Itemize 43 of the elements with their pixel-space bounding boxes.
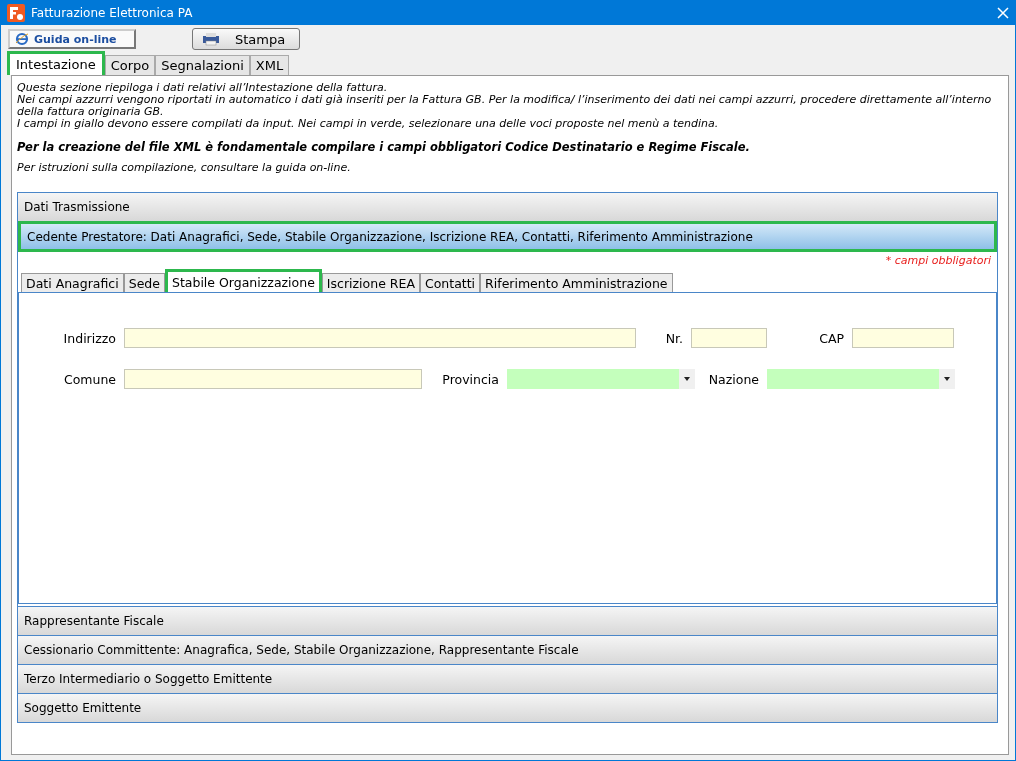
tab[interactable]: XML (249, 55, 290, 75)
caret-icon (939, 369, 955, 389)
info-text: I campi in giallo devono essere compilati da input. Nei campi in verde, selezionare una delle voci proposte nel menù a tendina. (17, 118, 720, 130)
input-field[interactable] (691, 328, 767, 348)
hint-text: Per istruzioni sulla compilazione, consultare la guida on-line. (17, 162, 352, 174)
section-header[interactable]: Dati Trasmissione (18, 193, 997, 221)
tab[interactable]: Contatti (419, 273, 481, 292)
field-label: Indirizzo (62, 330, 117, 346)
input-field[interactable] (852, 328, 954, 348)
field-label: Comune (62, 371, 117, 387)
required-note: * campi obbligatori (884, 253, 992, 268)
tab[interactable]: Riferimento Amministrazione (480, 273, 673, 292)
info-text: Questa sezione riepiloga i dati relativi all’Intestazione della fattura. (17, 82, 389, 94)
tab[interactable]: Intestazione (7, 51, 105, 75)
notice-text: Per la creazione del file XML è fondamentale compilare i campi obbligatori Codice Destinatario e Regime Fiscale. (17, 141, 751, 153)
printer-icon (201, 32, 221, 46)
app-logo-icon (7, 4, 25, 22)
dropdown-field[interactable] (767, 369, 955, 389)
field-label: Nazione (707, 371, 760, 387)
dropdown-field[interactable] (507, 369, 695, 389)
field-label: CAP (818, 330, 845, 346)
caret-icon (679, 369, 695, 389)
field-label: Nr. (664, 330, 684, 346)
input-field[interactable] (124, 369, 422, 389)
tab[interactable]: Segnalazioni (155, 55, 250, 75)
section-header[interactable]: Cedente Prestatore: Dati Anagrafici, Sede, Stabile Organizzazione, Iscrizione REA, Contatti, Riferimento Amministrazione (18, 221, 997, 252)
input-field[interactable] (124, 328, 636, 348)
field-label: Provincia (441, 371, 500, 387)
section-header[interactable]: Soggetto Emittente (18, 693, 997, 722)
tab[interactable]: Iscrizione REA (321, 273, 420, 292)
tab[interactable]: Corpo (104, 55, 156, 75)
section-header[interactable]: Terzo Intermediario o Soggetto Emittente (18, 664, 997, 693)
help-button[interactable]: Guida on-line (8, 29, 136, 49)
tab[interactable]: Stabile Organizzazione (164, 269, 322, 292)
tab[interactable]: Sede (123, 273, 165, 292)
section-header[interactable]: Rappresentante Fiscale (18, 606, 997, 635)
print-button[interactable]: Stampa (192, 28, 300, 50)
section-header[interactable]: Cessionario Committente: Anagrafica, Sede, Stabile Organizzazione, Rappresentante Fiscale (18, 635, 997, 664)
close-icon[interactable] (997, 7, 1009, 19)
info-text: Nei campi azzurri vengono riportati in automatico i dati già inseriti per la Fattura GB. Per la modifica/ l’inserimento dei dati nei campi azzurri, procedere direttamente all’interno della fattura originaria GB. (17, 94, 993, 118)
tab[interactable]: Dati Anagrafici (21, 273, 124, 292)
window-title: Fatturazione Elettronica PA (31, 6, 194, 20)
globe-icon (15, 32, 29, 46)
